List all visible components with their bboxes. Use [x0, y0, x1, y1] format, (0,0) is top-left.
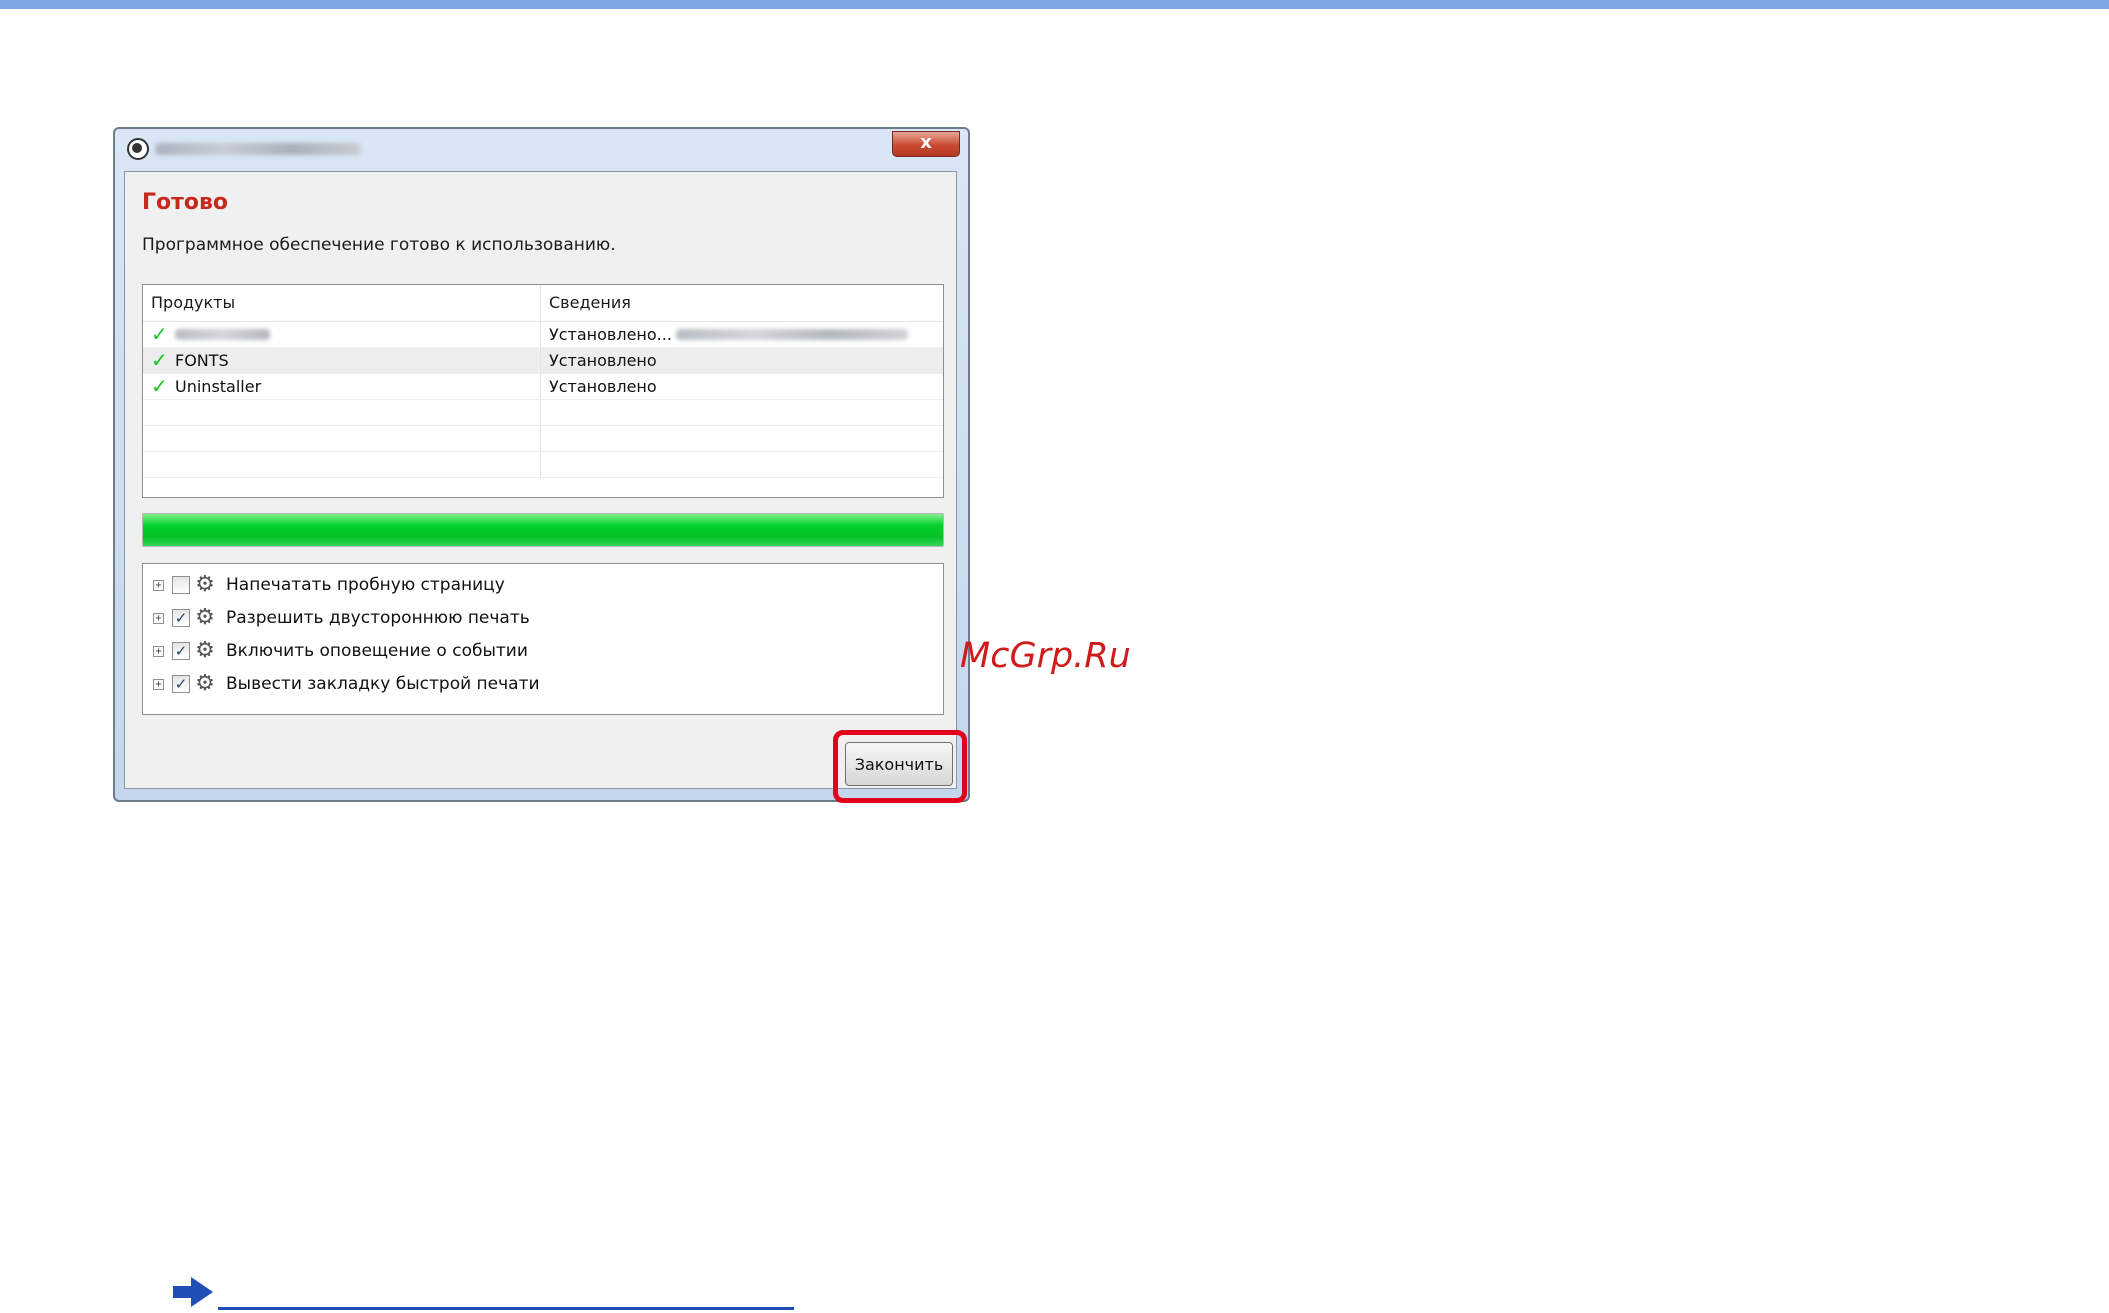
expand-icon[interactable]: +	[153, 612, 164, 624]
option-label: Включить оповещение о событии	[226, 641, 528, 661]
blurred-window-title	[155, 143, 361, 155]
close-icon: x	[920, 132, 932, 153]
expand-icon[interactable]: +	[153, 678, 164, 690]
empty-row	[143, 426, 943, 452]
option-checkbox[interactable]: ✓	[172, 675, 190, 693]
app-icon	[127, 138, 149, 160]
option-label: Разрешить двустороннюю печать	[226, 608, 530, 628]
gear-icon: ⚙	[195, 572, 215, 597]
option-duplex-printing[interactable]: + ✓ ⚙ Разрешить двустороннюю печать	[153, 605, 530, 631]
option-label: Вывести закладку быстрой печати	[226, 674, 540, 694]
finish-button[interactable]: Закончить	[845, 742, 953, 786]
blurred-detail	[675, 329, 908, 340]
detail-cell: Установлено	[549, 351, 657, 370]
check-icon: ✓	[151, 322, 168, 346]
product-cell: ✓ Uninstaller	[143, 374, 541, 399]
option-checkbox[interactable]	[172, 576, 190, 594]
gear-icon: ⚙	[195, 671, 215, 696]
option-event-notification[interactable]: + ✓ ⚙ Включить оповещение о событии	[153, 638, 528, 664]
progress-bar	[142, 513, 944, 547]
expand-icon[interactable]: +	[153, 579, 164, 591]
option-checkbox[interactable]: ✓	[172, 609, 190, 627]
watermark: McGrp.Ru	[960, 636, 1131, 676]
progress-fill	[143, 514, 943, 546]
link-underline[interactable]	[218, 1307, 794, 1310]
arrow-right-icon	[173, 1277, 213, 1307]
column-header-products[interactable]: Продукты	[143, 285, 541, 321]
table-header: Продукты Сведения	[143, 285, 943, 322]
gear-icon: ⚙	[195, 605, 215, 630]
blurred-product-name	[175, 329, 270, 340]
option-label: Напечатать пробную страницу	[226, 575, 505, 595]
option-checkbox[interactable]: ✓	[172, 642, 190, 660]
status-text: Программное обеспечение готово к использ…	[142, 235, 616, 255]
table-row[interactable]: ✓ FONTS Установлено	[143, 348, 943, 374]
check-icon: ✓	[151, 348, 168, 372]
dialog-content: Готово Программное обеспечение готово к …	[124, 171, 967, 803]
table-row[interactable]: ✓ Установлено...	[143, 322, 943, 348]
close-button[interactable]: x	[892, 131, 960, 157]
check-icon: ✓	[151, 374, 168, 398]
options-list: + ⚙ Напечатать пробную страницу + ✓ ⚙ Ра…	[142, 563, 944, 715]
table-row[interactable]: ✓ Uninstaller Установлено	[143, 374, 943, 400]
product-cell: ✓ FONTS	[143, 348, 541, 373]
top-bar	[0, 0, 2109, 9]
detail-cell: Установлено	[549, 377, 657, 396]
product-cell: ✓	[143, 322, 541, 347]
products-table: Продукты Сведения ✓ Установлено... ✓ FONT…	[142, 284, 944, 498]
option-quick-print-tab[interactable]: + ✓ ⚙ Вывести закладку быстрой печати	[153, 671, 540, 697]
detail-cell: Установлено...	[541, 322, 943, 347]
gear-icon: ⚙	[195, 638, 215, 663]
empty-row	[143, 400, 943, 426]
expand-icon[interactable]: +	[153, 645, 164, 657]
column-header-details[interactable]: Сведения	[541, 285, 943, 321]
empty-row	[143, 452, 943, 478]
page-title: Готово	[142, 190, 229, 215]
title-bar: x	[115, 129, 968, 169]
option-print-test-page[interactable]: + ⚙ Напечатать пробную страницу	[153, 572, 505, 598]
installer-dialog: x Готово Программное обеспечение готово …	[113, 127, 970, 803]
